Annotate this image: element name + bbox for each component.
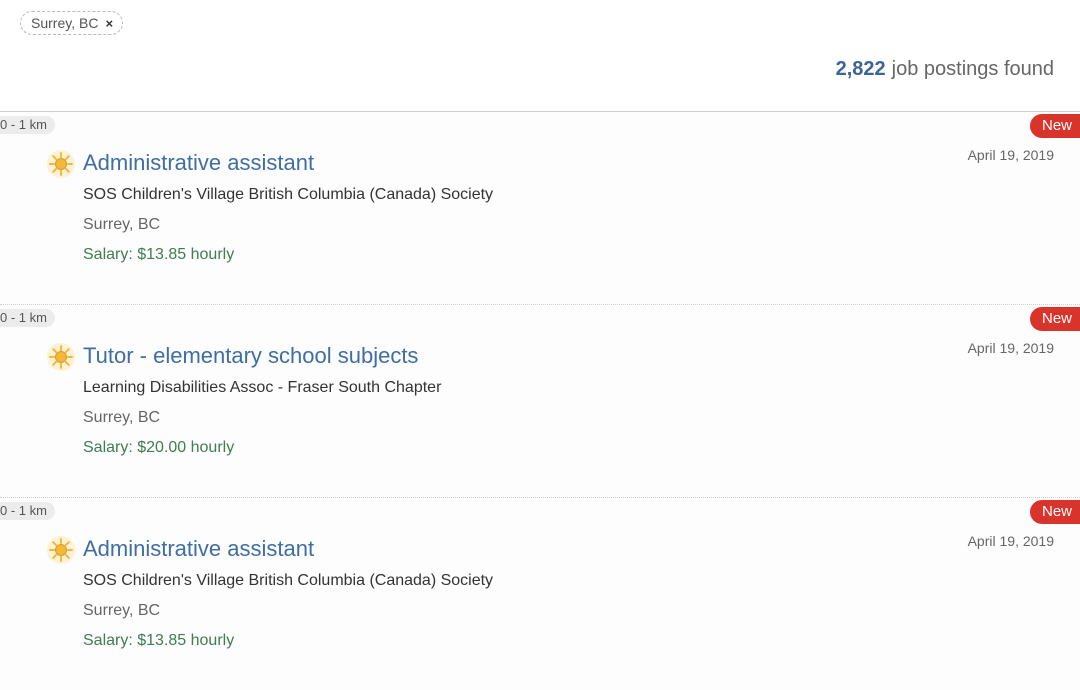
close-icon[interactable]: × — [105, 16, 113, 31]
sun-icon — [47, 150, 75, 178]
results-count: 2,822 job postings found — [836, 58, 1054, 81]
sun-icon — [47, 343, 75, 371]
job-salary: Salary: $13.85 hourly — [83, 246, 235, 263]
new-badge: New — [1029, 500, 1080, 524]
job-salary: Salary: $20.00 hourly — [83, 439, 235, 456]
job-location: Surrey, BC — [83, 602, 161, 619]
employer-name: SOS Children's Village British Columbia … — [83, 572, 494, 589]
job-title-link[interactable]: Administrative assistant — [83, 150, 314, 176]
filter-chip-label: Surrey, BC — [31, 15, 99, 31]
new-badge: New — [1029, 307, 1080, 331]
job-salary: Salary: $13.85 hourly — [83, 632, 235, 649]
job-location: Surrey, BC — [83, 216, 161, 233]
job-title-link[interactable]: Tutor - elementary school subjects — [83, 343, 418, 369]
location-filter-chip[interactable]: Surrey, BC × — [20, 11, 124, 35]
new-badge: New — [1029, 114, 1080, 138]
distance-tag: 0 - 1 km — [0, 502, 55, 520]
results-count-label: job postings found — [891, 58, 1054, 80]
posting-date: April 19, 2019 — [967, 147, 1054, 163]
distance-tag: 0 - 1 km — [0, 309, 55, 327]
job-title-link[interactable]: Administrative assistant — [83, 536, 314, 562]
job-card: 0 - 1 km New April 19, 2019 Tutor - elem… — [0, 304, 1080, 497]
job-location: Surrey, BC — [83, 409, 161, 426]
employer-name: Learning Disabilities Assoc - Fraser Sou… — [83, 379, 442, 396]
job-list: 0 - 1 km New April 19, 2019 Administrati… — [0, 111, 1080, 690]
distance-tag: 0 - 1 km — [0, 116, 55, 134]
results-count-number: 2,822 — [835, 58, 886, 80]
job-card: 0 - 1 km New April 19, 2019 Administrati… — [0, 111, 1080, 304]
employer-name: SOS Children's Village British Columbia … — [83, 186, 494, 203]
job-card: 0 - 1 km New April 19, 2019 Administrati… — [0, 497, 1080, 690]
sun-icon — [47, 536, 75, 564]
posting-date: April 19, 2019 — [967, 533, 1054, 549]
posting-date: April 19, 2019 — [967, 340, 1054, 356]
